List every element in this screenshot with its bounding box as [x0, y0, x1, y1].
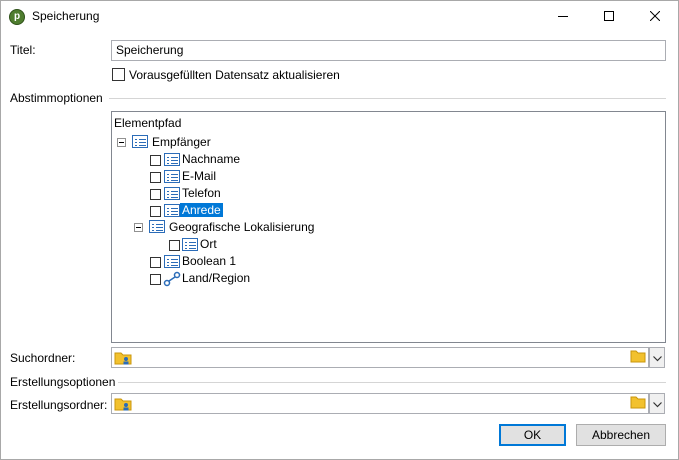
create-folder-dropdown-button[interactable] — [649, 393, 665, 414]
minimize-button[interactable] — [540, 1, 586, 32]
search-folder-dropdown-button[interactable] — [649, 347, 665, 368]
collapse-icon[interactable] — [117, 138, 126, 147]
tree-node-country[interactable]: Land/Region — [182, 271, 250, 288]
tree-checkbox-boolean[interactable] — [150, 257, 161, 268]
title-bar: p Speicherung — [1, 1, 678, 32]
folder-icon — [630, 395, 646, 412]
title-label: Titel: — [10, 43, 36, 57]
close-button[interactable] — [632, 1, 678, 32]
list-icon — [164, 170, 180, 183]
tree-header: Elementpfad — [114, 116, 182, 130]
maximize-button[interactable] — [586, 1, 632, 32]
chevron-down-icon — [652, 397, 662, 411]
tree-checkbox-phone[interactable] — [150, 189, 161, 200]
search-folder-label: Suchordner: — [10, 351, 76, 365]
folder-icon — [630, 349, 646, 366]
app-icon: p — [9, 9, 25, 25]
maximize-icon — [604, 10, 614, 24]
list-icon — [164, 204, 180, 217]
title-input[interactable]: Speicherung — [111, 40, 666, 61]
tree-checkbox-lastname[interactable] — [150, 155, 161, 166]
update-record-checkbox[interactable] — [112, 68, 125, 81]
search-folder-input[interactable] — [111, 347, 649, 368]
folder-user-icon — [114, 350, 132, 369]
tree-checkbox-country[interactable] — [150, 274, 161, 285]
save-dialog: p Speicherung Titel: Speicherung Vorausg… — [0, 0, 679, 460]
browse-folder-button[interactable] — [628, 394, 648, 413]
list-icon — [149, 220, 165, 233]
collapse-icon[interactable] — [134, 223, 143, 232]
tree-node-geo[interactable]: Geografische Lokalisierung — [169, 220, 314, 237]
ok-button[interactable]: OK — [499, 424, 566, 446]
tree-node-lastname[interactable]: Nachname — [182, 152, 240, 169]
list-icon — [164, 153, 180, 166]
tree-node-phone[interactable]: Telefon — [182, 186, 221, 203]
chevron-down-icon — [652, 351, 662, 365]
section-divider — [109, 98, 666, 99]
element-path-tree[interactable]: Elementpfad Empfänger Nachname E-Mail Te… — [111, 111, 666, 343]
tree-node-salutation[interactable]: Anrede — [180, 203, 223, 220]
folder-user-icon — [114, 396, 132, 415]
close-icon — [649, 10, 661, 24]
update-record-label: Vorausgefüllten Datensatz aktualisieren — [129, 68, 340, 82]
create-options-heading: Erstellungsoptionen — [10, 375, 116, 389]
section-divider — [118, 382, 666, 383]
tree-node-city[interactable]: Ort — [200, 237, 217, 254]
browse-folder-button[interactable] — [628, 348, 648, 367]
create-folder-input[interactable] — [111, 393, 649, 414]
window-title: Speicherung — [32, 9, 100, 23]
tree-checkbox-salutation[interactable] — [150, 206, 161, 217]
list-icon — [132, 135, 148, 148]
tree-checkbox-city[interactable] — [169, 240, 180, 251]
tree-node-email[interactable]: E-Mail — [182, 169, 216, 186]
match-options-heading: Abstimmoptionen — [10, 91, 103, 105]
tree-node-boolean[interactable]: Boolean 1 — [182, 254, 236, 271]
create-folder-label: Erstellungsordner: — [10, 398, 108, 412]
list-icon — [182, 238, 198, 251]
minimize-icon — [558, 10, 568, 24]
cancel-button[interactable]: Abbrechen — [576, 424, 666, 446]
link-icon — [163, 271, 181, 290]
list-icon — [164, 187, 180, 200]
tree-checkbox-email[interactable] — [150, 172, 161, 183]
list-icon — [164, 255, 180, 268]
selected-label: Anrede — [180, 203, 223, 217]
tree-node-recipient[interactable]: Empfänger — [152, 135, 211, 152]
